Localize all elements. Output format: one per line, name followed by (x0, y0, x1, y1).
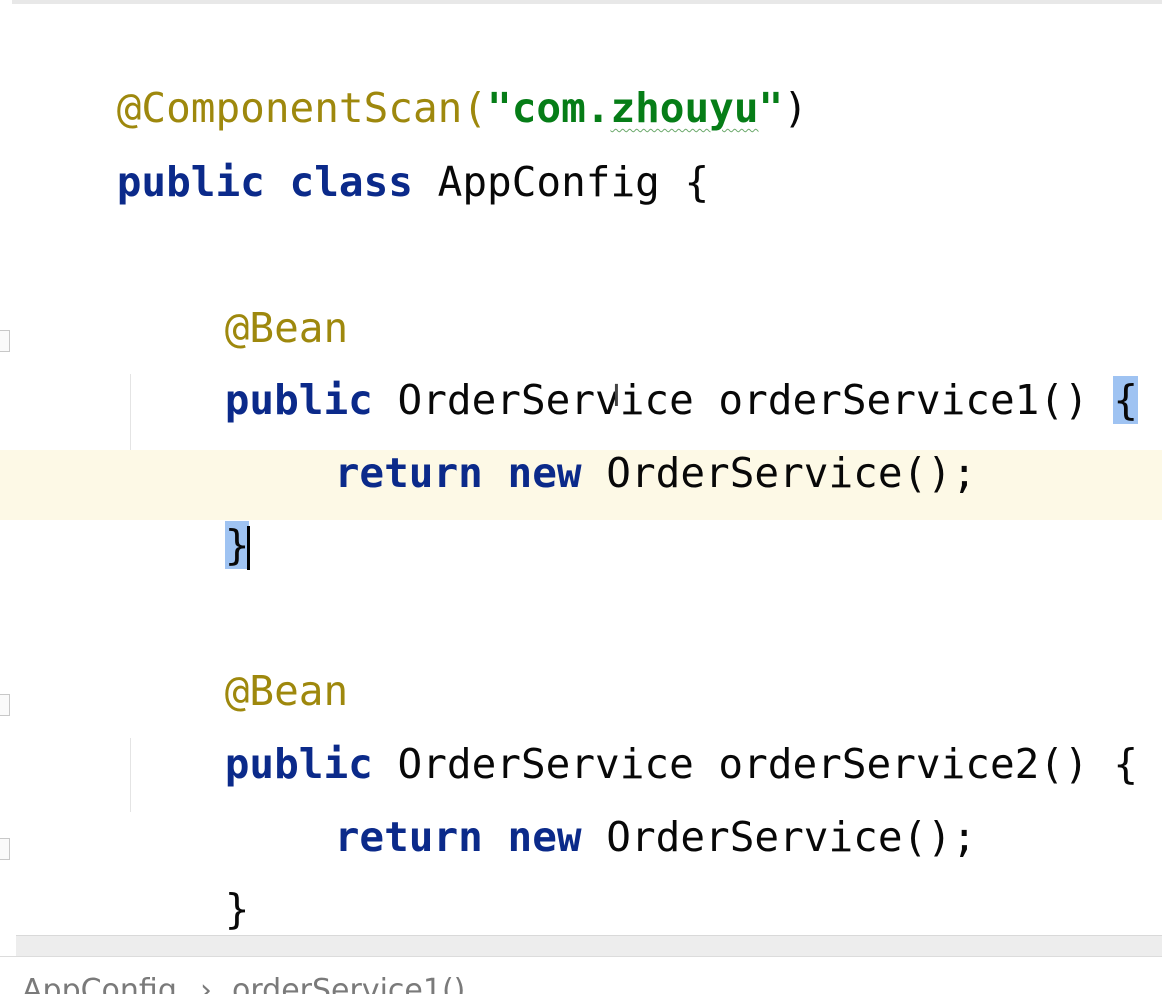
code-line[interactable]: } (126, 455, 251, 570)
code-line[interactable]: @Bean (126, 601, 348, 715)
code-line[interactable]: @Bean (126, 238, 348, 352)
code-token: } (224, 885, 250, 933)
code-token: OrderService(); (581, 813, 977, 861)
keyword-token: return (334, 813, 483, 861)
fold-marker-icon[interactable] (0, 330, 10, 352)
code-editor[interactable]: @ComponentScan("com.zhouyu") public clas… (0, 0, 1162, 994)
code-line[interactable]: public class AppConfig { (18, 92, 709, 206)
keyword-token: public (116, 158, 265, 206)
matched-brace: { (1113, 376, 1139, 424)
horizontal-scrollbar[interactable] (16, 935, 1162, 956)
string-token: " (758, 84, 784, 132)
code-line[interactable]: public OrderService orderService1() { (126, 310, 1139, 424)
breadcrumb-item-class[interactable]: AppConfig (22, 973, 177, 994)
keyword-token: new (507, 449, 582, 497)
code-line[interactable]: return new OrderService(); (236, 747, 977, 861)
breadcrumb: AppConfig › orderService1() (0, 956, 1162, 994)
code-token: AppConfig { (412, 158, 710, 206)
code-line[interactable]: @ComponentScan("com.zhouyu") (18, 18, 808, 132)
fold-marker-icon[interactable] (0, 838, 10, 860)
code-line[interactable]: return new OrderService(); (236, 383, 977, 497)
code-line[interactable]: public OrderService orderService2() { (126, 674, 1138, 788)
breadcrumb-separator-icon: › (200, 973, 212, 994)
keyword-token: return (334, 449, 483, 497)
fold-marker-icon[interactable] (0, 694, 10, 716)
editor-top-border (0, 0, 1162, 4)
keyword-token: class (289, 158, 413, 206)
ibeam-cursor-icon: I (612, 379, 621, 414)
breadcrumb-item-method[interactable]: orderService1() (232, 973, 465, 994)
code-line[interactable]: } (126, 819, 250, 933)
keyword-token: new (507, 813, 582, 861)
code-token: OrderService(); (581, 449, 977, 497)
matched-brace: } (224, 521, 250, 569)
code-token: ) (783, 84, 808, 132)
text-caret (247, 526, 251, 570)
